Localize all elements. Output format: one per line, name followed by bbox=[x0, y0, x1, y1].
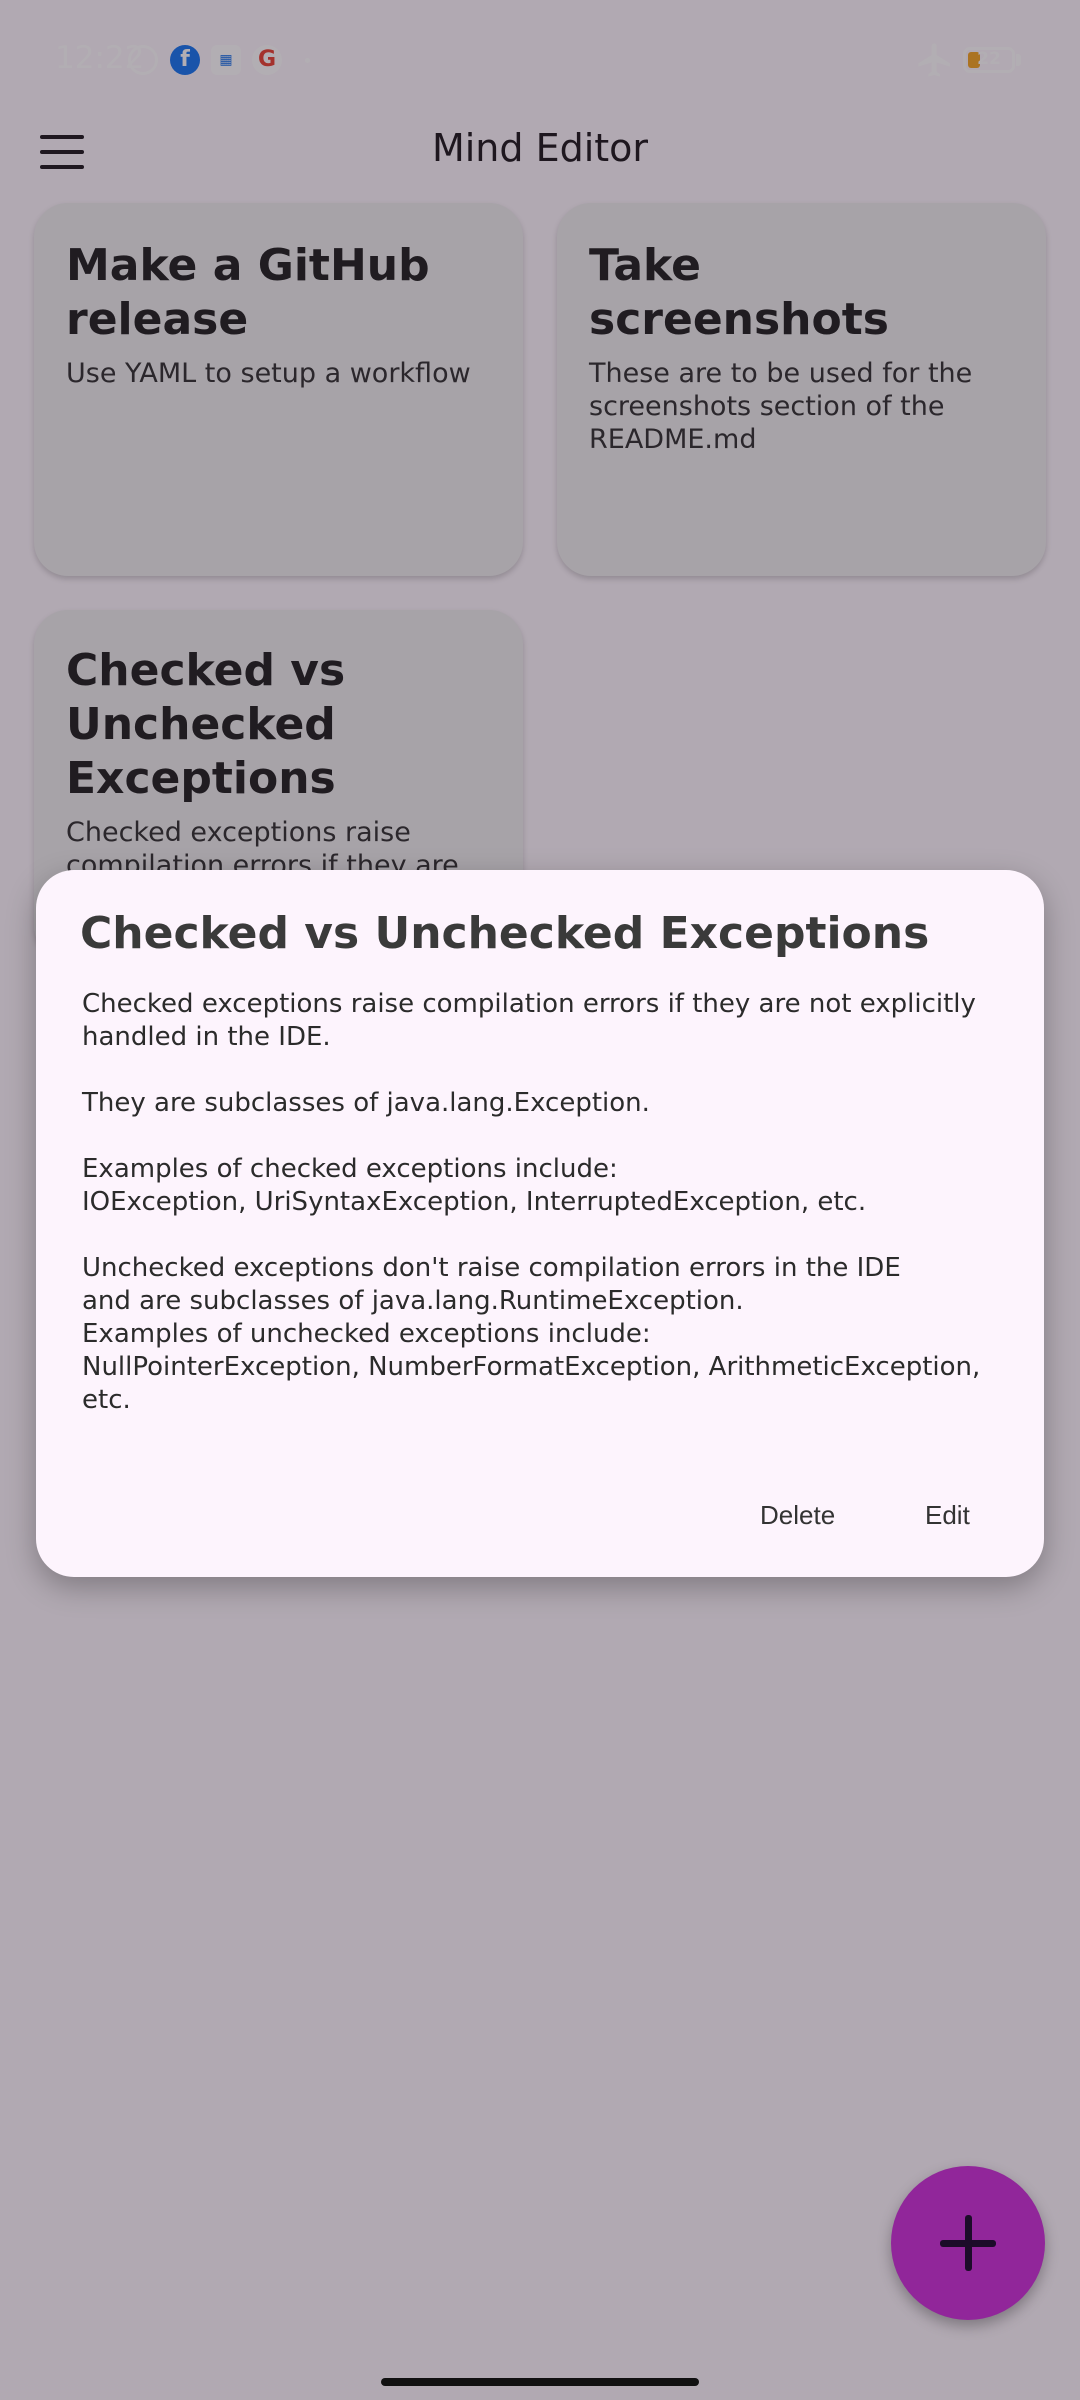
note-dialog: Checked vs Unchecked Exceptions Checked … bbox=[36, 870, 1044, 1577]
edit-button[interactable]: Edit bbox=[907, 1492, 988, 1539]
dialog-text-line: Examples of unchecked exceptions include… bbox=[82, 1319, 651, 1349]
dialog-body: Checked exceptions raise compilation err… bbox=[82, 988, 1012, 1417]
dialog-text-line: Examples of checked exceptions include: bbox=[82, 1154, 618, 1184]
dialog-text-line: and are subclasses of java.lang.RuntimeE… bbox=[82, 1286, 744, 1316]
dialog-text-line: Unchecked exceptions don't raise compila… bbox=[82, 1253, 901, 1283]
gesture-nav-handle[interactable] bbox=[381, 2378, 699, 2386]
dialog-text-line: They are subclasses of java.lang.Excepti… bbox=[82, 1088, 650, 1118]
delete-button[interactable]: Delete bbox=[742, 1492, 853, 1539]
dialog-title: Checked vs Unchecked Exceptions bbox=[80, 908, 930, 959]
dialog-text-line: NullPointerException, NumberFormatExcept… bbox=[82, 1352, 981, 1415]
dialog-text-line: IOException, UriSyntaxException, Interru… bbox=[82, 1187, 867, 1217]
dialog-text-line: Checked exceptions raise compilation err… bbox=[82, 989, 976, 1019]
dialog-text-line: handled in the IDE. bbox=[82, 1022, 331, 1052]
